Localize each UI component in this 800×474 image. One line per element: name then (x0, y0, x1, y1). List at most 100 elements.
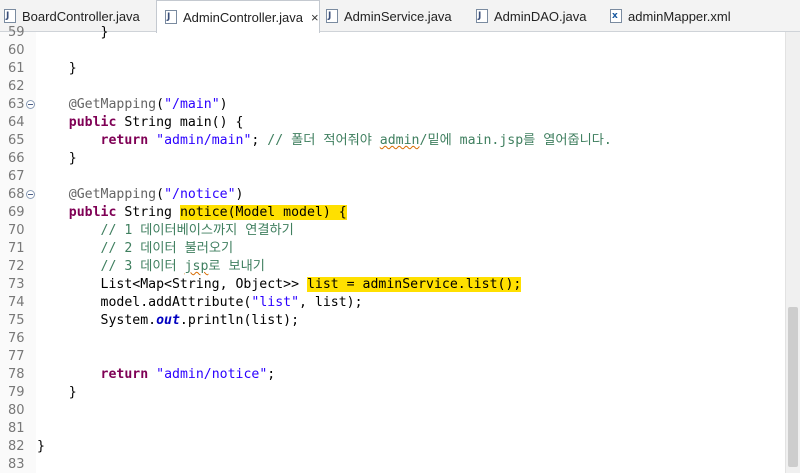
code-line[interactable]: 73 List<Map<String, Object>> list = admi… (0, 276, 785, 294)
code-token: ( (156, 97, 165, 112)
close-icon[interactable]: × (311, 10, 319, 25)
java-file-icon: J (476, 9, 488, 23)
code-token: System. (37, 313, 157, 328)
code-line[interactable]: 65 return "admin/main"; // 폴더 적어줘야 admin… (0, 132, 785, 150)
line-number: 79 (8, 385, 25, 400)
code-line[interactable]: 79 } (0, 384, 785, 402)
code-line[interactable]: 64 public String main() { (0, 114, 785, 132)
fold-collapse-icon[interactable] (26, 190, 35, 199)
code-line[interactable]: 62 (0, 78, 785, 96)
code-text: } (37, 24, 109, 42)
code-line[interactable]: 72 // 3 데이터 jsp로 보내기 (0, 258, 785, 276)
xml-file-icon: x (610, 9, 622, 23)
code-token: admin (379, 133, 420, 148)
line-number: 59 (8, 25, 25, 40)
line-number: 75 (8, 313, 25, 328)
code-text: } (37, 384, 77, 402)
code-line[interactable]: 69 public String notice(Model model) { (0, 204, 785, 222)
code-text: public String notice(Model model) { (37, 204, 347, 222)
code-token: "list" (251, 295, 300, 310)
code-token: } (37, 385, 77, 400)
code-line[interactable]: 66 } (0, 150, 785, 168)
code-token: } (37, 61, 77, 76)
code-line[interactable]: 68 @GetMapping("/notice") (0, 186, 785, 204)
code-token: ) (235, 187, 244, 202)
code-line[interactable]: 63 @GetMapping("/main") (0, 96, 785, 114)
line-number: 78 (8, 367, 25, 382)
tab-label: adminMapper.xml (628, 8, 731, 24)
line-number: 66 (8, 151, 25, 166)
line-number: 72 (8, 259, 25, 274)
code-line[interactable]: 71 // 2 데이터 불러오기 (0, 240, 785, 258)
code-token: out (156, 313, 180, 328)
line-number: 64 (8, 115, 25, 130)
code-token: "admin/notice" (156, 367, 268, 382)
code-text: } (37, 438, 45, 456)
code-token: // 폴더 적어줘야 (267, 133, 380, 148)
code-token: String main() { (116, 115, 244, 130)
code-line[interactable]: 60 (0, 42, 785, 60)
code-line[interactable]: 74 model.addAttribute("list", list); (0, 294, 785, 312)
code-token: } (37, 151, 77, 166)
tab-label: AdminController.java (183, 9, 303, 25)
line-number: 62 (8, 79, 25, 94)
code-text: @GetMapping("/notice") (37, 186, 244, 204)
code-line[interactable]: 81 (0, 420, 785, 438)
code-token: return (100, 133, 149, 148)
code-line[interactable]: 76 (0, 330, 785, 348)
code-token: String (116, 205, 180, 220)
code-token: notice(Model model) { (179, 205, 347, 220)
code-token: 로 보내기 (208, 259, 265, 274)
line-number: 83 (8, 457, 25, 472)
code-line[interactable]: 82} (0, 438, 785, 456)
code-line[interactable]: 75 System.out.println(list); (0, 312, 785, 330)
code-line[interactable]: 59 } (0, 24, 785, 42)
code-text: } (37, 150, 77, 168)
code-token: .println(list); (179, 313, 300, 328)
code-token: model.addAttribute( (37, 295, 252, 310)
code-token: ( (156, 187, 165, 202)
scrollbar-thumb[interactable] (788, 307, 798, 467)
java-file-icon: J (4, 9, 16, 23)
code-line[interactable]: 61 } (0, 60, 785, 78)
line-number: 74 (8, 295, 25, 310)
line-number: 67 (8, 169, 25, 184)
code-token: public (68, 115, 117, 130)
line-number: 69 (8, 205, 25, 220)
code-text: @GetMapping("/main") (37, 96, 228, 114)
code-line[interactable]: 80 (0, 402, 785, 420)
code-text: public String main() { (37, 114, 244, 132)
code-token: } (37, 25, 109, 40)
code-token: @GetMapping (68, 97, 157, 112)
code-token: "/notice" (164, 187, 236, 202)
code-token: } (37, 439, 45, 454)
code-text: // 2 데이터 불러오기 (37, 240, 234, 258)
line-number: 76 (8, 331, 25, 346)
code-text: System.out.println(list); (37, 312, 300, 330)
code-line[interactable]: 78 return "admin/notice"; (0, 366, 785, 384)
code-token: // 2 데이터 불러오기 (100, 241, 234, 256)
line-number: 68 (8, 187, 25, 202)
code-line[interactable]: 67 (0, 168, 785, 186)
java-file-icon: J (165, 10, 177, 24)
tab-admin-controller[interactable]: J AdminController.java × (156, 0, 320, 33)
vertical-scrollbar[interactable] (785, 32, 800, 473)
tab-label: BoardController.java (22, 8, 140, 24)
fold-collapse-icon[interactable] (26, 100, 35, 109)
code-editor[interactable]: 59 } 60 61 } 62 63 @GetMapping("/main") 64 pu… (0, 25, 785, 474)
code-text: model.addAttribute("list", list); (37, 294, 363, 312)
code-line[interactable]: 83 (0, 456, 785, 474)
line-number: 73 (8, 277, 25, 292)
code-token: List<Map<String, Object>> (37, 277, 307, 292)
line-number: 77 (8, 349, 25, 364)
code-line[interactable]: 70 // 1 데이터베이스까지 연결하기 (0, 222, 785, 240)
code-line[interactable]: 77 (0, 348, 785, 366)
code-token: "admin/main" (156, 133, 252, 148)
line-number: 70 (8, 223, 25, 238)
